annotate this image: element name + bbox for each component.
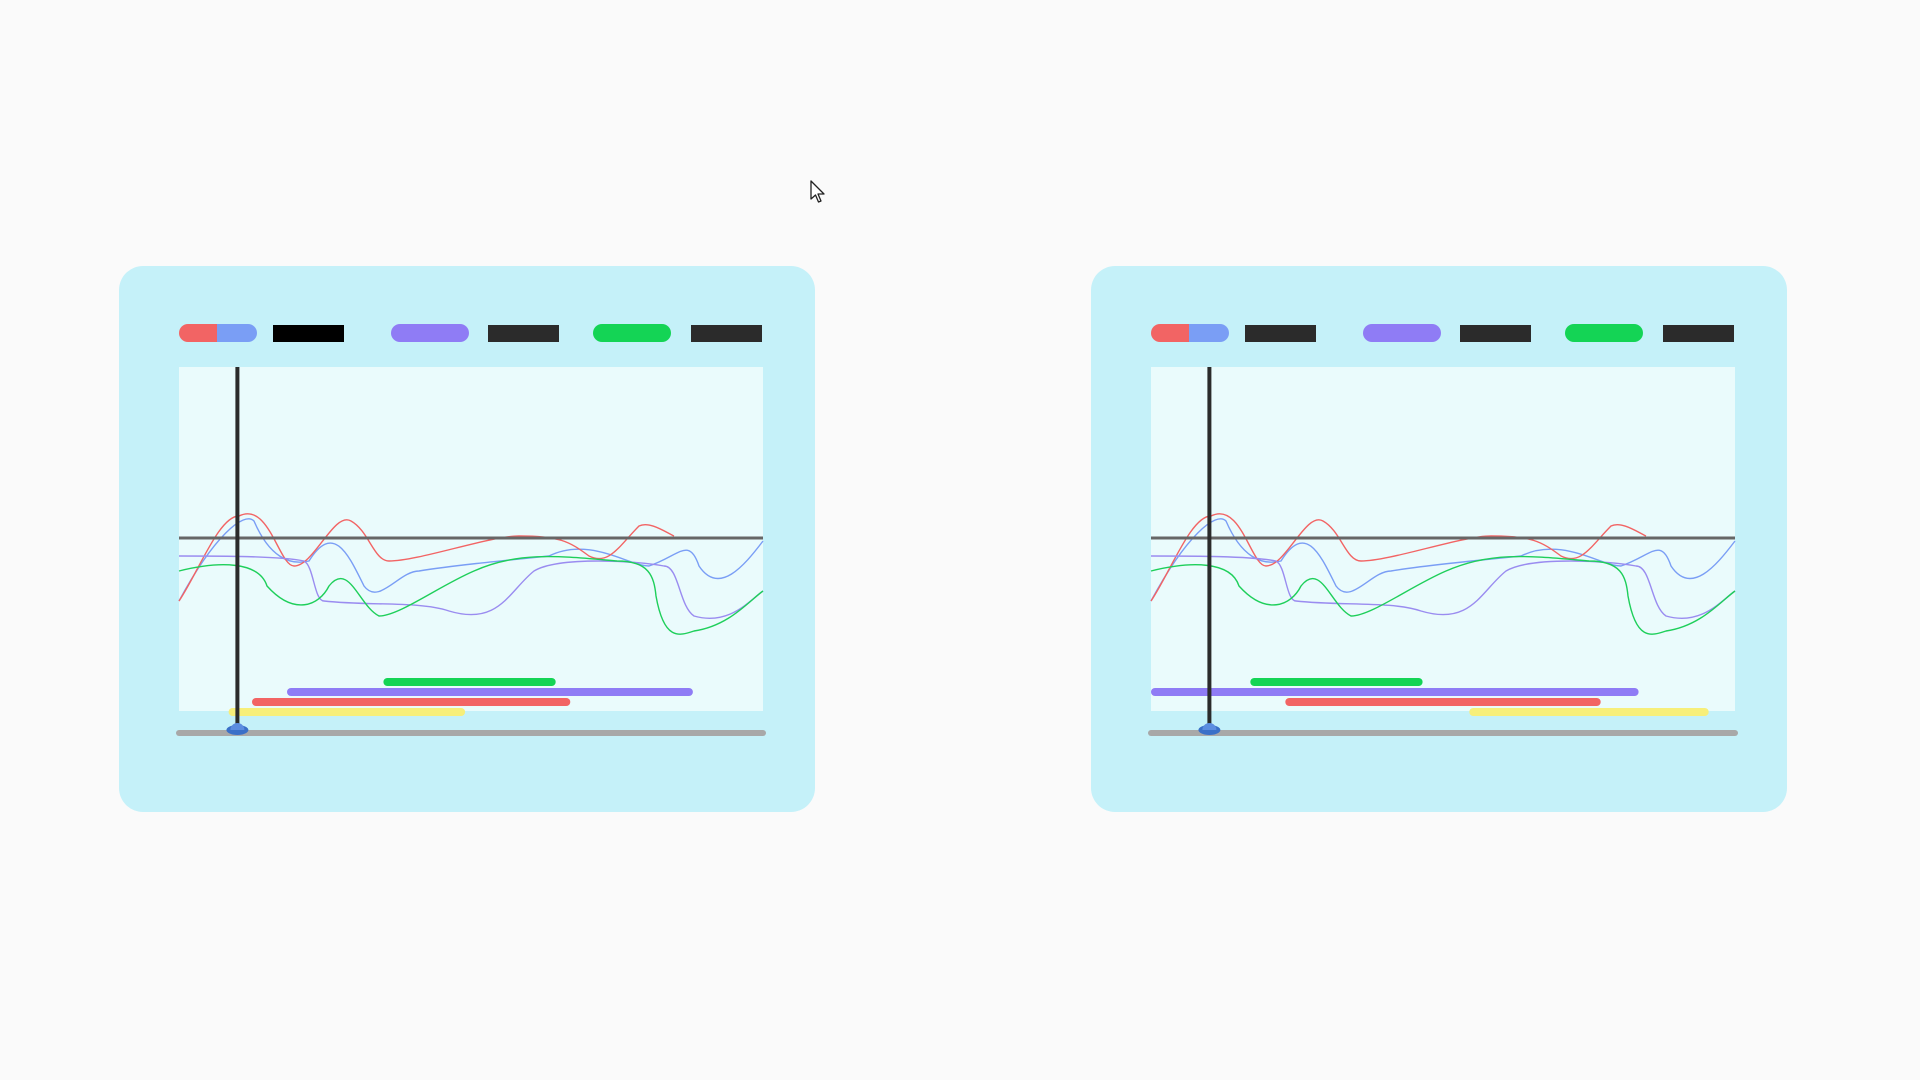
legend-item-purple[interactable] bbox=[1363, 324, 1531, 342]
range-bar-red[interactable] bbox=[1285, 698, 1601, 706]
legend-swatch-blue bbox=[217, 324, 257, 342]
range-bar-yellow[interactable] bbox=[228, 708, 466, 716]
panel-left bbox=[119, 266, 815, 812]
legend-item-purple[interactable] bbox=[391, 324, 559, 342]
range-bar-green[interactable] bbox=[1250, 678, 1423, 686]
panel-right bbox=[1091, 266, 1787, 812]
legend-swatch-red bbox=[179, 324, 217, 342]
legend-swatch-red bbox=[1151, 324, 1189, 342]
range-bar-purple[interactable] bbox=[1151, 688, 1639, 696]
legend-swatch-green bbox=[593, 324, 671, 342]
legend-label-block-1 bbox=[273, 325, 344, 342]
legend-item-green[interactable] bbox=[1565, 324, 1734, 342]
legend bbox=[1151, 324, 1734, 342]
playhead-handle-icon[interactable] bbox=[226, 723, 249, 735]
legend-swatch-purple bbox=[1363, 324, 1441, 342]
legend-swatch-green bbox=[1565, 324, 1643, 342]
legend-label-block-2 bbox=[1460, 325, 1531, 342]
legend-item-red-blue[interactable] bbox=[1151, 324, 1316, 342]
stage bbox=[0, 0, 1920, 1080]
playhead-handle-cap bbox=[230, 723, 245, 730]
playhead-handle-cap bbox=[1202, 723, 1217, 730]
legend-item-red-blue[interactable] bbox=[179, 324, 344, 342]
legend-label-block-2 bbox=[488, 325, 559, 342]
timeline-diagram-left bbox=[176, 324, 766, 736]
legend bbox=[179, 324, 762, 342]
legend-label-block-3 bbox=[691, 325, 762, 342]
legend-swatch-blue bbox=[1189, 324, 1229, 342]
legend-swatch-purple bbox=[391, 324, 469, 342]
range-bar-red[interactable] bbox=[252, 698, 571, 706]
range-bar-purple[interactable] bbox=[287, 688, 693, 696]
mouse-pointer-icon bbox=[810, 180, 825, 203]
timeline-diagram-right bbox=[1148, 324, 1738, 736]
legend-item-green[interactable] bbox=[593, 324, 762, 342]
legend-label-block-3 bbox=[1663, 325, 1734, 342]
legend-label-block-1 bbox=[1245, 325, 1316, 342]
range-bar-yellow[interactable] bbox=[1469, 708, 1709, 716]
playhead-handle-icon[interactable] bbox=[1198, 723, 1221, 735]
range-bar-green[interactable] bbox=[383, 678, 556, 686]
